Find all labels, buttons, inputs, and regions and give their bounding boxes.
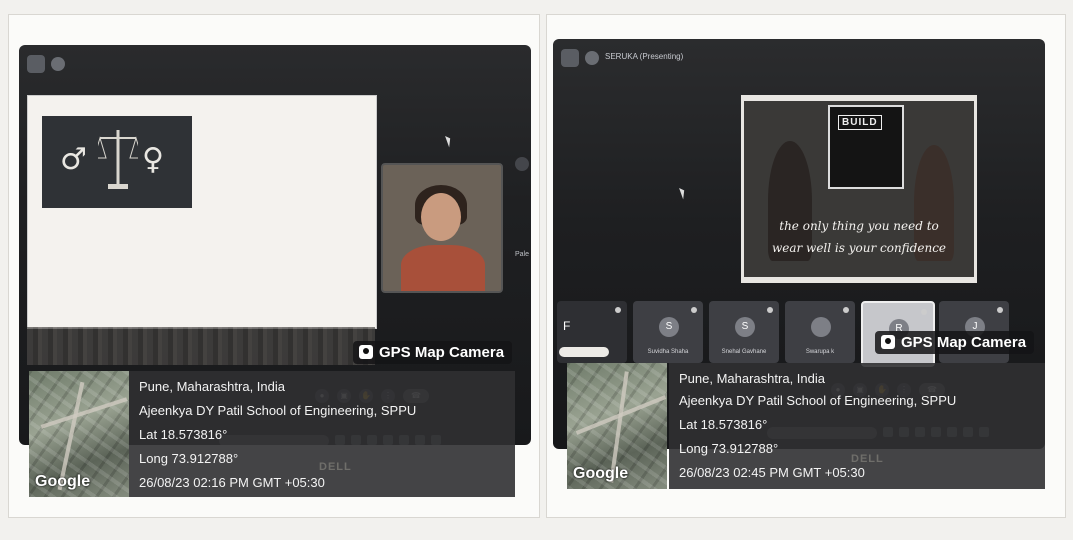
- participant-avatar: S: [659, 317, 679, 337]
- photo-meeting-1: ♂ ♀ Pale ● ▣ ✋ ⋮: [8, 14, 540, 518]
- participant-name: Suvidha Shaha: [647, 349, 689, 355]
- mic-off-icon: [843, 307, 849, 313]
- gps-datetime: 26/08/23 02:45 PM GMT +05:30: [679, 465, 865, 480]
- gps-city: Pune, Maharashtra, India: [679, 371, 825, 386]
- speaker-video-tile[interactable]: [381, 163, 503, 293]
- gps-longitude: Long 73.912788°: [139, 451, 239, 466]
- map-pin-icon: [359, 345, 373, 359]
- presenter-avatar: [585, 51, 599, 65]
- gps-longitude: Long 73.912788°: [679, 441, 779, 456]
- map-thumbnail: Google: [567, 363, 667, 489]
- gps-latitude: Lat 18.573816°: [139, 427, 228, 442]
- participant-tile[interactable]: S Snehal Gavhane: [709, 301, 779, 363]
- gps-title-text: GPS Map Camera: [901, 334, 1027, 351]
- mic-off-icon: [691, 307, 697, 313]
- gps-city: Pune, Maharashtra, India: [139, 379, 285, 394]
- participant-initial: F: [563, 319, 571, 333]
- google-label: Google: [573, 465, 629, 482]
- map-road: [40, 397, 128, 429]
- meeting-topbar: SERUKA (Presenting): [553, 39, 1045, 79]
- participant-tile[interactable]: S Suvidha Shaha: [633, 301, 703, 363]
- presenter-label: SERUKA (Presenting): [605, 52, 684, 61]
- gps-overlay-title: GPS Map Camera: [353, 341, 513, 364]
- video-backdrop-board: BUILD: [828, 105, 904, 189]
- gps-info-box: Pune, Maharashtra, India Ajeenkya DY Pat…: [669, 363, 1045, 489]
- scale-icon: [98, 130, 138, 189]
- map-pin-icon: [881, 335, 895, 349]
- gps-overlay-title: GPS Map Camera: [875, 331, 1035, 354]
- gps-place: Ajeenkya DY Patil School of Engineering,…: [139, 403, 417, 418]
- app-logo-icon: [561, 49, 579, 67]
- presenter-avatar: [51, 57, 65, 71]
- video-caption-line-2: wear well is your confidence: [771, 241, 947, 255]
- photo-meeting-2: SERUKA (Presenting) BUILD the only thing…: [546, 14, 1066, 518]
- monitor-brand: DELL: [851, 453, 884, 465]
- map-thumbnail: Google: [29, 371, 129, 497]
- build-logo: BUILD: [838, 115, 882, 130]
- google-label: Google: [35, 473, 91, 490]
- participant-avatar: S: [735, 317, 755, 337]
- meeting-topbar: [19, 45, 531, 85]
- participant-avatar: [811, 317, 831, 337]
- mic-off-icon: [767, 307, 773, 313]
- participant-tile[interactable]: F: [557, 301, 627, 363]
- wood-texture: [27, 327, 375, 365]
- mouse-cursor-icon: [445, 134, 453, 148]
- mic-off-icon: [997, 307, 1003, 313]
- gps-datetime: 26/08/23 02:16 PM GMT +05:30: [139, 475, 325, 490]
- participant-name: Swarupa k: [805, 349, 835, 355]
- side-panel-label: Pale: [515, 251, 530, 258]
- side-panel-button[interactable]: [515, 157, 529, 171]
- video-caption-line-1: the only thing you need to: [779, 219, 939, 233]
- mic-off-icon: [615, 307, 621, 313]
- speaker-body: [401, 245, 485, 291]
- shared-slide: ♂ ♀: [27, 95, 377, 329]
- participant-tile[interactable]: Swarupa k: [785, 301, 855, 363]
- gps-title-text: GPS Map Camera: [379, 344, 505, 361]
- participant-name: Snehal Gavhane: [721, 349, 767, 355]
- gps-place: Ajeenkya DY Patil School of Engineering,…: [679, 393, 957, 408]
- mouse-cursor-icon: [679, 186, 687, 200]
- video-frame: BUILD the only thing you need to wear we…: [744, 101, 974, 277]
- gender-equality-image: ♂ ♀: [42, 116, 192, 208]
- monitor-brand: DELL: [319, 461, 352, 473]
- gps-latitude: Lat 18.573816°: [679, 417, 768, 432]
- participant-name: [559, 347, 609, 357]
- speaker-face: [421, 193, 461, 241]
- gps-info-box: Pune, Maharashtra, India Ajeenkya DY Pat…: [129, 371, 515, 497]
- app-logo-icon: [27, 55, 45, 73]
- female-symbol-icon: ♀: [142, 142, 164, 177]
- shared-video[interactable]: BUILD the only thing you need to wear we…: [741, 95, 977, 283]
- mic-on-icon: [921, 309, 927, 315]
- male-symbol-icon: ♂: [60, 142, 87, 177]
